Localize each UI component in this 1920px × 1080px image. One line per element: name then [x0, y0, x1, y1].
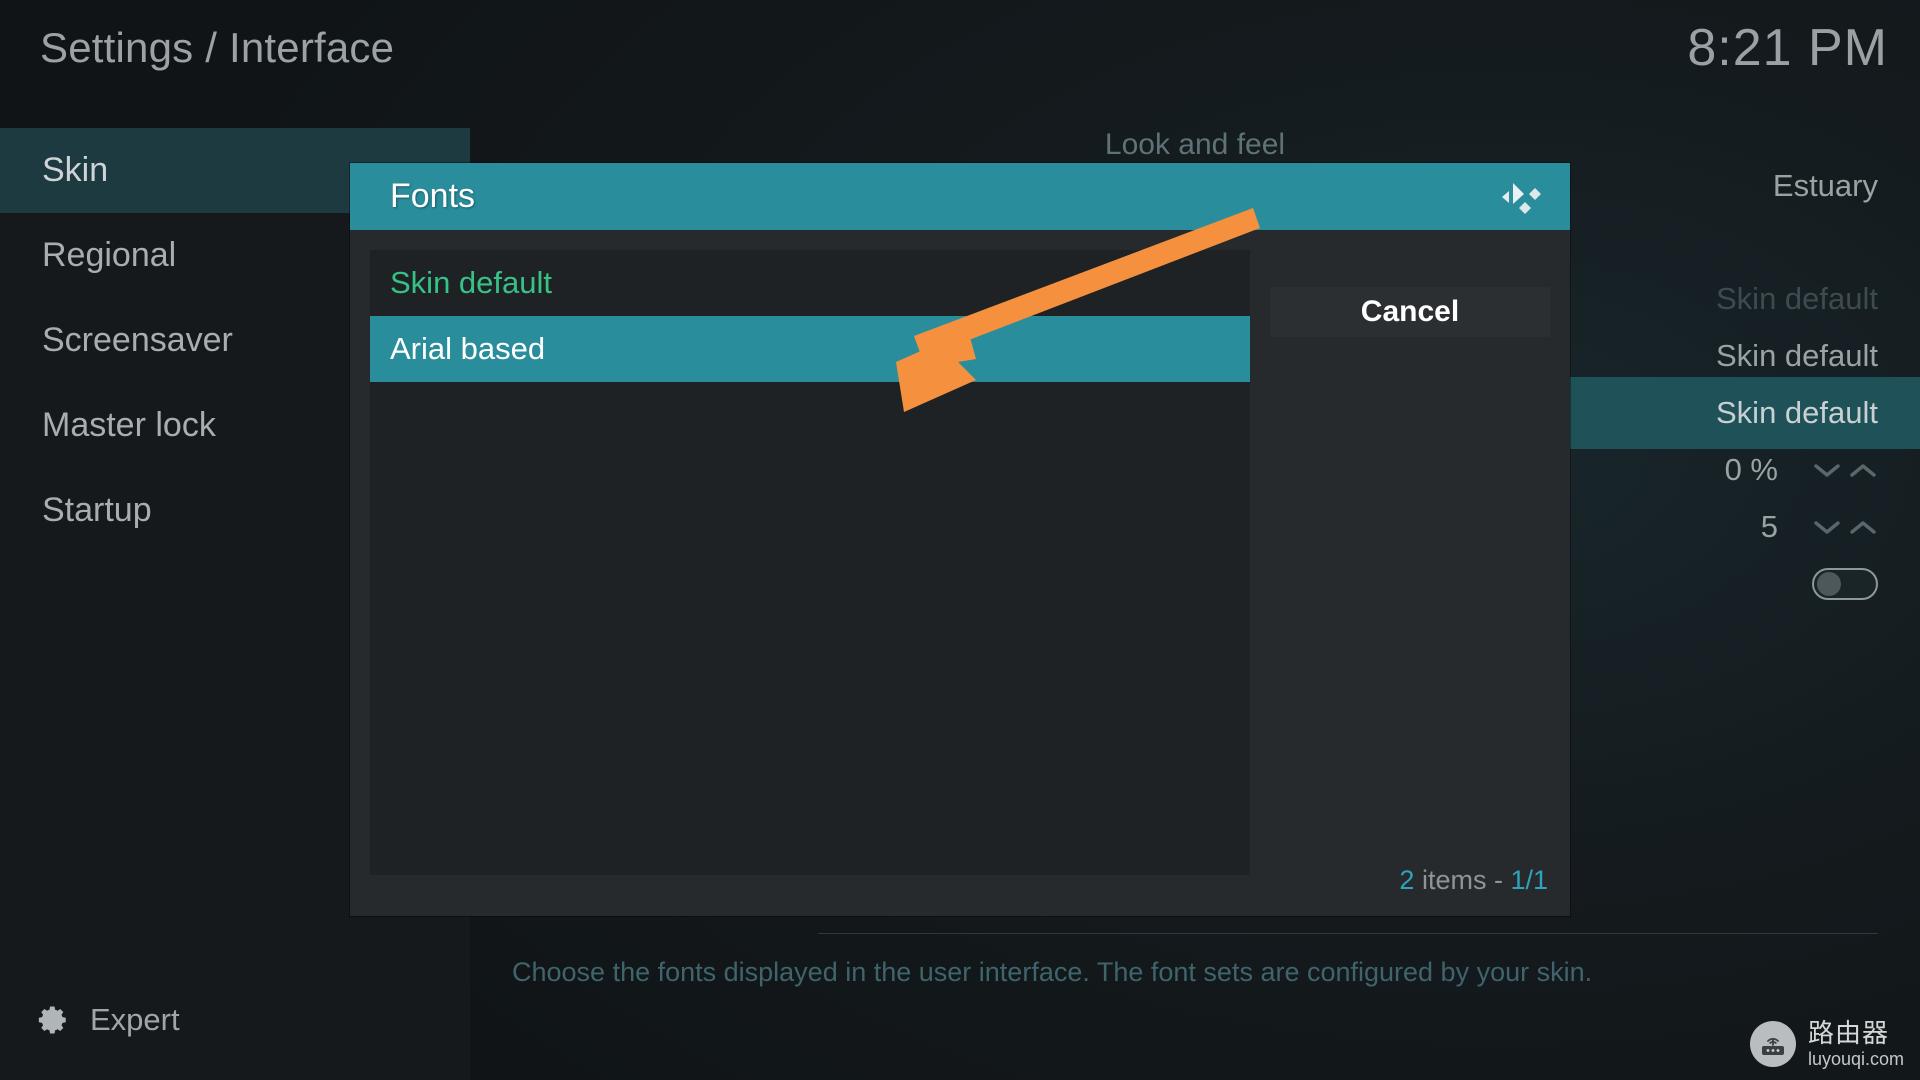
- item-count-middle: items -: [1414, 865, 1511, 895]
- cancel-button[interactable]: Cancel: [1270, 287, 1550, 337]
- divider: [818, 933, 1878, 934]
- setting-value: Skin default: [1716, 281, 1878, 316]
- list-item-label: Arial based: [390, 331, 546, 366]
- page-title: Settings / Interface: [40, 24, 395, 71]
- fonts-dialog: Fonts Skin default Arial based Cancel 2 …: [350, 163, 1570, 916]
- sidebar-item-label: Regional: [42, 236, 177, 274]
- chevron-up-icon[interactable]: [1848, 461, 1878, 479]
- setting-value: 0 %: [1724, 452, 1778, 487]
- chevron-up-icon[interactable]: [1848, 518, 1878, 536]
- spinner-control[interactable]: [1812, 461, 1878, 479]
- sidebar-item-label: Startup: [42, 491, 152, 529]
- spinner-control[interactable]: [1812, 518, 1878, 536]
- setting-description: Choose the fonts displayed in the user i…: [512, 957, 1593, 987]
- setting-value: 5: [1760, 509, 1778, 544]
- item-count: 2 items - 1/1: [1399, 865, 1548, 896]
- cancel-button-label: Cancel: [1360, 295, 1460, 328]
- sidebar-item-label: Screensaver: [42, 321, 233, 359]
- kodi-app-window: Settings / Interface 8:21 PM Skin Region…: [0, 0, 1920, 1080]
- sidebar-item-label: Master lock: [42, 406, 216, 444]
- list-item[interactable]: Arial based: [370, 316, 1250, 382]
- watermark: 路由器 luyouqi.com: [1749, 1020, 1904, 1068]
- list-item-label: Skin default: [390, 265, 552, 300]
- item-count-page: 1/1: [1510, 865, 1548, 895]
- dialog-body: Skin default Arial based Cancel 2 items …: [350, 230, 1570, 916]
- toggle-knob: [1817, 572, 1841, 596]
- watermark-url: luyouqi.com: [1807, 1049, 1904, 1069]
- dialog-title: Fonts: [390, 177, 476, 215]
- dialog-header: Fonts: [350, 163, 1570, 230]
- clock: 8:21 PM: [1687, 19, 1888, 77]
- toggle-switch[interactable]: [1812, 568, 1878, 600]
- gear-icon: [36, 1003, 70, 1037]
- settings-level-button[interactable]: Expert: [36, 1002, 180, 1038]
- setting-value: Skin default: [1716, 395, 1878, 430]
- chevron-down-icon[interactable]: [1812, 518, 1842, 536]
- setting-value: Skin default: [1716, 338, 1878, 373]
- router-icon: [1749, 1021, 1796, 1067]
- kodi-logo-icon: [1496, 177, 1542, 217]
- watermark-text: 路由器 luyouqi.com: [1808, 1020, 1904, 1068]
- settings-level-label: Expert: [90, 1002, 180, 1037]
- app-header: Settings / Interface 8:21 PM: [0, 0, 1920, 128]
- font-list: Skin default Arial based: [370, 250, 1250, 875]
- setting-value: Estuary: [1772, 168, 1878, 203]
- watermark-title: 路由器: [1807, 1018, 1889, 1048]
- list-item[interactable]: Skin default: [370, 250, 1250, 316]
- sidebar-item-label: Skin: [42, 151, 109, 189]
- item-count-number: 2: [1399, 865, 1415, 895]
- chevron-down-icon[interactable]: [1812, 461, 1842, 479]
